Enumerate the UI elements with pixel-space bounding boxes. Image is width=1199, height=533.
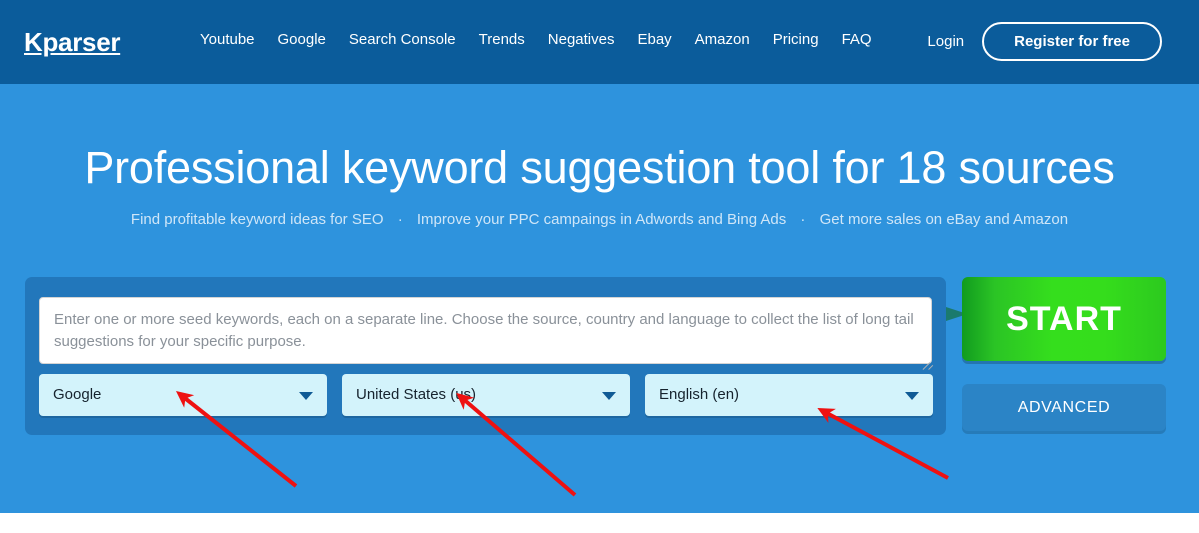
source-select-value: Google (53, 385, 101, 405)
nav-item-amazon[interactable]: Amazon (695, 30, 750, 50)
auth-area: Login Register for free (927, 22, 1162, 61)
page-title: Professional keyword suggestion tool for… (0, 141, 1199, 195)
start-button-wrapper: START (962, 277, 1166, 361)
nav-link-trends[interactable]: Trends (479, 31, 525, 48)
language-select[interactable]: English (en) (645, 374, 933, 416)
language-select-value: English (en) (659, 385, 739, 405)
seed-keywords-input[interactable] (39, 297, 932, 364)
nav-link-amazon[interactable]: Amazon (695, 31, 750, 48)
hero-subtitle: Find profitable keyword ideas for SEO · … (0, 210, 1199, 230)
nav-item-google[interactable]: Google (278, 30, 326, 50)
nav-item-trends[interactable]: Trends (479, 30, 525, 50)
selector-row: Google United States (us) English (en) (39, 374, 933, 416)
hero-subtitle-part-1: Find profitable keyword ideas for SEO (131, 211, 384, 228)
chevron-down-icon (905, 392, 919, 400)
country-select-value: United States (us) (356, 385, 476, 405)
login-link[interactable]: Login (927, 32, 964, 52)
start-button[interactable]: START (962, 277, 1166, 361)
nav-item-ebay[interactable]: Ebay (637, 30, 671, 50)
nav-item-youtube[interactable]: Youtube (200, 30, 255, 50)
advanced-button[interactable]: ADVANCED (962, 384, 1166, 431)
hero-subtitle-part-3: Get more sales on eBay and Amazon (820, 211, 1068, 228)
register-for-free-button[interactable]: Register for free (982, 22, 1162, 61)
chevron-down-icon (602, 392, 616, 400)
nav-link-pricing[interactable]: Pricing (773, 31, 819, 48)
site-logo[interactable]: Kparser (24, 25, 120, 59)
country-select[interactable]: United States (us) (342, 374, 630, 416)
hero-subtitle-part-2: Improve your PPC campaings in Adwords an… (417, 211, 786, 228)
nav-item-negatives[interactable]: Negatives (548, 30, 615, 50)
nav-link-google[interactable]: Google (278, 31, 326, 48)
nav-item-faq[interactable]: FAQ (842, 30, 872, 50)
top-navigation-bar: Kparser Youtube Google Search Console Tr… (0, 0, 1199, 84)
nav-link-faq[interactable]: FAQ (842, 31, 872, 48)
nav-item-search-console[interactable]: Search Console (349, 30, 456, 50)
nav-link-ebay[interactable]: Ebay (637, 31, 671, 48)
nav-link-search-console[interactable]: Search Console (349, 31, 456, 48)
keyword-search-panel: Google United States (us) English (en) (25, 277, 946, 435)
nav-link-youtube[interactable]: Youtube (200, 31, 255, 48)
bullet-separator-icon: · (388, 210, 413, 230)
main-nav-list: Youtube Google Search Console Trends Neg… (200, 30, 872, 50)
chevron-down-icon (299, 392, 313, 400)
source-select[interactable]: Google (39, 374, 327, 416)
nav-link-negatives[interactable]: Negatives (548, 31, 615, 48)
bullet-separator-icon: · (790, 210, 815, 230)
nav-item-pricing[interactable]: Pricing (773, 30, 819, 50)
